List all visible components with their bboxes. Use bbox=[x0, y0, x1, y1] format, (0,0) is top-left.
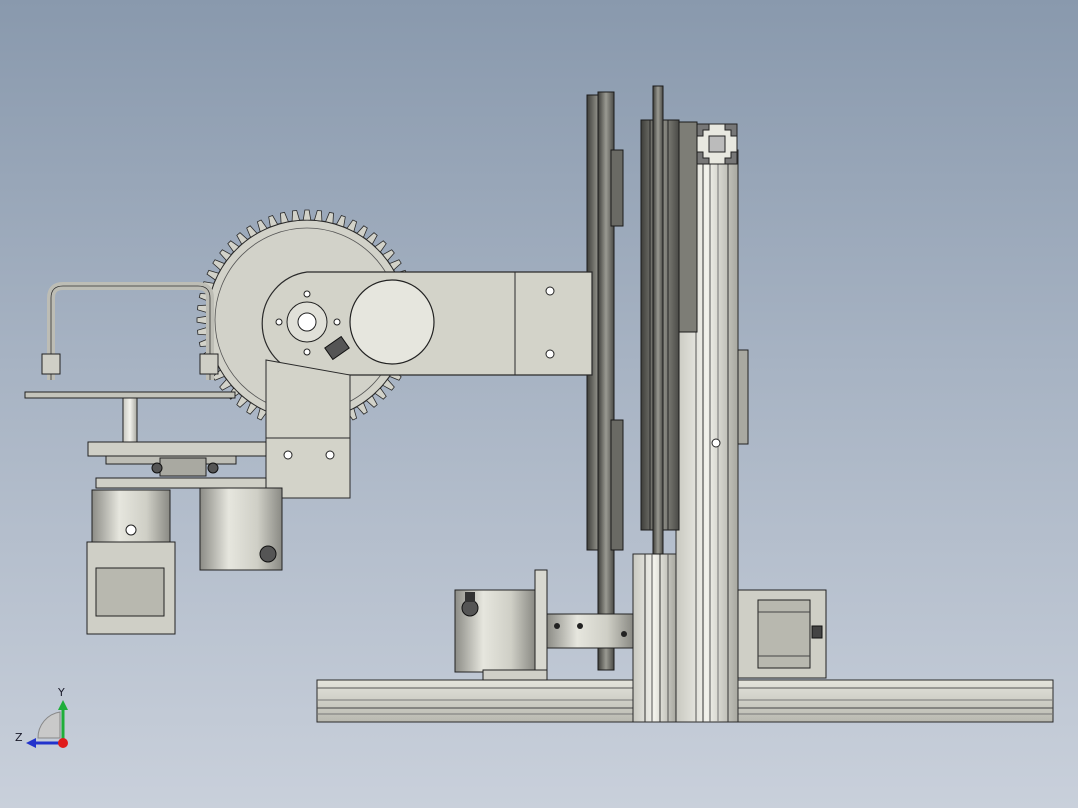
x-axis-dot bbox=[58, 738, 68, 748]
gripper-encoder bbox=[199, 487, 283, 571]
lower-support-plate bbox=[632, 553, 677, 723]
gripper-carriage bbox=[87, 441, 267, 489]
front-disk bbox=[586, 91, 624, 671]
gripper-stepper-motor bbox=[86, 489, 176, 635]
wrist-plate bbox=[24, 391, 236, 399]
column-side-block bbox=[737, 349, 749, 445]
upper-arm-link bbox=[261, 271, 593, 376]
triad-graphic bbox=[26, 700, 68, 748]
elbow-bracket bbox=[265, 359, 351, 499]
extrusion-profile bbox=[696, 123, 738, 165]
base-stepper-motor bbox=[737, 589, 827, 679]
wrist-post bbox=[122, 397, 138, 445]
y-axis-label: Y bbox=[58, 686, 65, 699]
cad-viewport[interactable]: Y Z bbox=[0, 0, 1078, 808]
z-axis-label: Z bbox=[15, 731, 23, 744]
handle-frame bbox=[41, 282, 219, 380]
coordinate-triad: Y Z bbox=[12, 686, 82, 758]
assembly-drawing[interactable] bbox=[0, 0, 1078, 808]
